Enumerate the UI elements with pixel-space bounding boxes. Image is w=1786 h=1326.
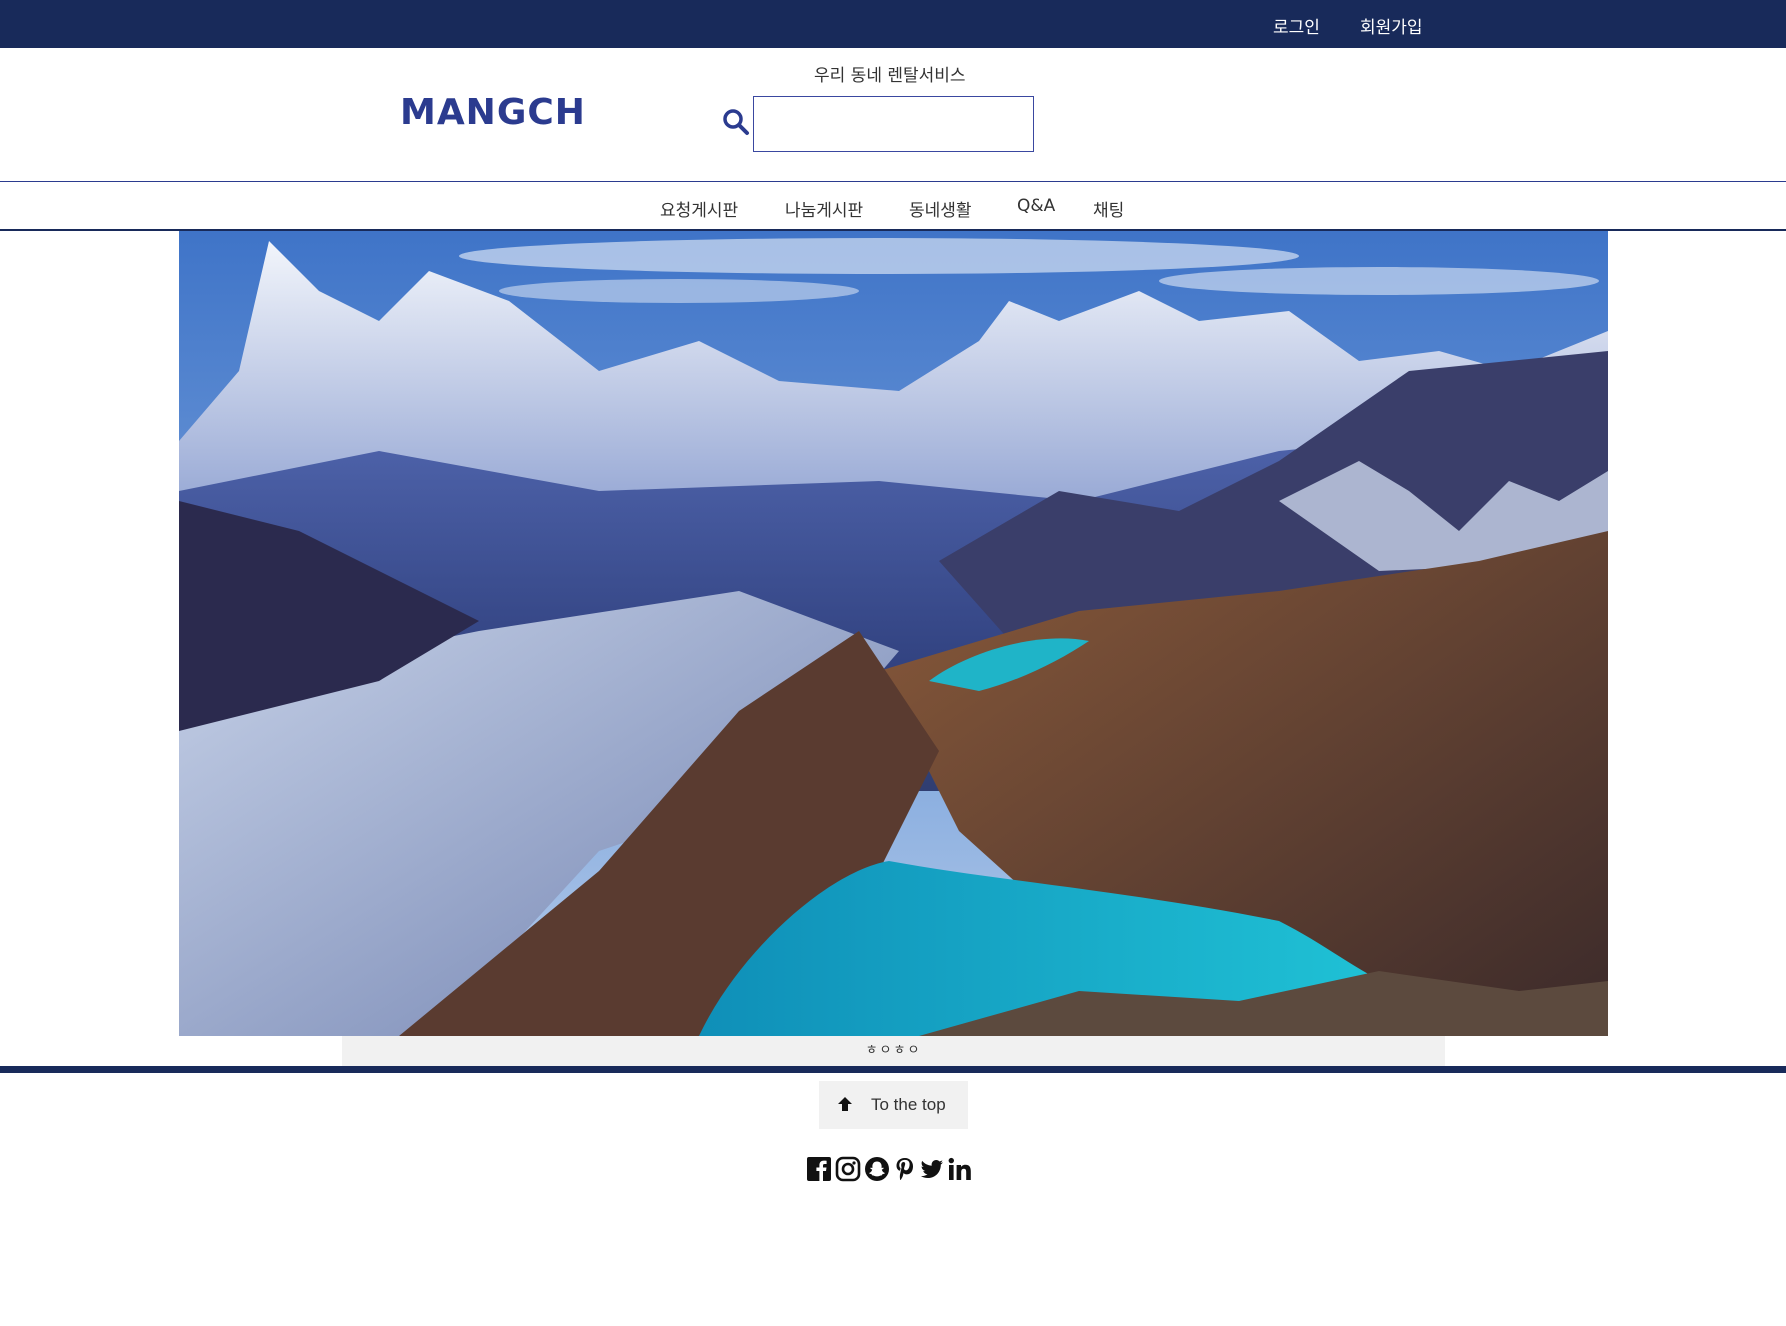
nav-item-neighborhood-life[interactable]: 동네생활 <box>909 196 972 221</box>
nav-item-share-board[interactable]: 나눔게시판 <box>785 196 863 221</box>
instagram-icon[interactable] <box>835 1156 861 1182</box>
nav-item-request-board[interactable]: 요청게시판 <box>660 196 738 221</box>
search-icon[interactable] <box>722 108 750 136</box>
login-link[interactable]: 로그인 <box>1273 13 1320 38</box>
header: MANGCH 우리 동네 렌탈서비스 <box>0 48 1786 181</box>
signup-link[interactable]: 회원가입 <box>1360 13 1423 38</box>
tagline: 우리 동네 렌탈서비스 <box>814 66 966 86</box>
main-nav: 요청게시판 나눔게시판 동네생활 Q&A 채팅 <box>0 181 1786 231</box>
nav-item-chat[interactable]: 채팅 <box>1093 196 1124 221</box>
nav-item-qna[interactable]: Q&A <box>1017 196 1055 216</box>
linkedin-icon[interactable] <box>947 1156 973 1182</box>
footer-divider <box>0 1066 1786 1073</box>
top-bar: 로그인 회원가입 <box>0 0 1786 48</box>
arrow-up-icon <box>838 1097 852 1111</box>
to-top-button[interactable]: To the top <box>819 1081 968 1129</box>
to-top-label: To the top <box>871 1095 946 1114</box>
slide-caption: ㅎㅇㅎㅇ <box>342 1036 1445 1066</box>
snapchat-icon[interactable] <box>864 1156 890 1182</box>
facebook-icon[interactable] <box>806 1156 832 1182</box>
search-input[interactable] <box>753 96 1034 152</box>
mountain-lake-photo <box>179 231 1608 1036</box>
pinterest-icon[interactable] <box>892 1156 918 1182</box>
logo[interactable]: MANGCH <box>400 92 586 133</box>
hero-slide-image <box>179 231 1608 1036</box>
twitter-icon[interactable] <box>919 1156 945 1182</box>
